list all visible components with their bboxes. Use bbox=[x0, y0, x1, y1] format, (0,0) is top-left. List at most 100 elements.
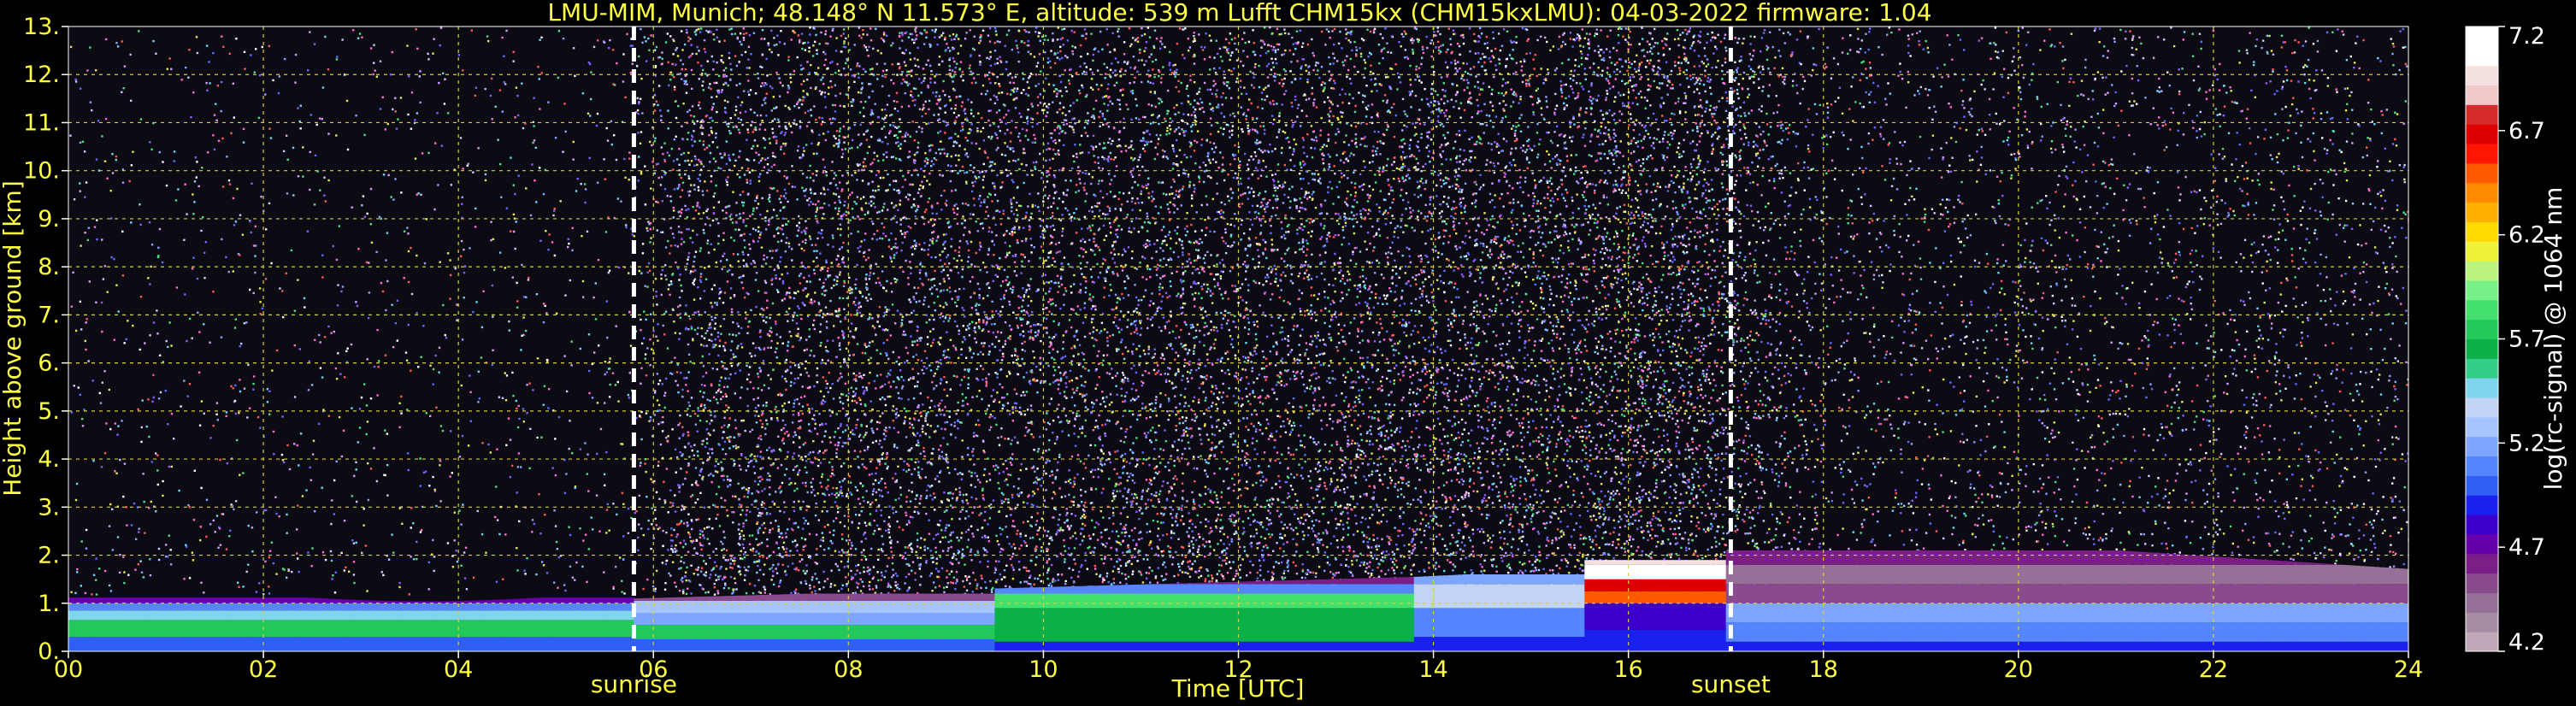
noise-dot bbox=[904, 92, 906, 95]
noise-dot bbox=[2003, 381, 2006, 384]
noise-dot bbox=[914, 98, 917, 102]
noise-dot bbox=[480, 356, 483, 359]
noise-dot bbox=[1481, 303, 1484, 305]
noise-dot bbox=[659, 443, 663, 446]
noise-dot bbox=[987, 294, 989, 297]
noise-dot bbox=[2361, 400, 2364, 403]
noise-dot bbox=[1571, 303, 1573, 306]
noise-dot bbox=[679, 196, 682, 198]
noise-dot bbox=[1446, 391, 1449, 395]
noise-dot bbox=[1593, 62, 1595, 65]
noise-dot bbox=[1648, 364, 1651, 367]
noise-dot bbox=[993, 244, 996, 246]
noise-dot bbox=[539, 38, 541, 41]
noise-dot bbox=[940, 529, 943, 532]
noise-dot bbox=[2190, 318, 2192, 321]
noise-dot bbox=[722, 209, 724, 212]
noise-dot bbox=[1224, 97, 1228, 99]
noise-dot bbox=[1307, 357, 1310, 361]
noise-dot bbox=[148, 221, 151, 224]
noise-dot bbox=[1826, 111, 1830, 114]
noise-dot bbox=[663, 406, 666, 409]
noise-dot bbox=[1173, 532, 1176, 535]
noise-dot bbox=[2061, 144, 2064, 146]
noise-dot bbox=[1791, 462, 1794, 464]
noise-dot bbox=[2128, 219, 2131, 221]
noise-dot bbox=[1250, 361, 1253, 363]
noise-dot bbox=[730, 311, 734, 314]
noise-dot bbox=[2208, 224, 2211, 227]
noise-dot bbox=[1683, 301, 1685, 303]
noise-dot bbox=[1013, 436, 1017, 438]
noise-dot bbox=[1400, 493, 1403, 496]
noise-dot bbox=[819, 390, 822, 393]
noise-dot bbox=[1456, 508, 1459, 511]
noise-dot bbox=[887, 516, 891, 519]
noise-dot bbox=[1469, 68, 1472, 70]
noise-dot bbox=[72, 271, 74, 274]
noise-dot bbox=[1111, 499, 1114, 503]
noise-dot bbox=[864, 521, 867, 524]
noise-dot bbox=[1386, 330, 1388, 332]
noise-dot bbox=[1017, 355, 1019, 358]
noise-dot bbox=[1853, 255, 1855, 257]
noise-dot bbox=[1328, 70, 1330, 73]
noise-dot bbox=[853, 75, 856, 78]
noise-dot bbox=[1020, 310, 1023, 313]
noise-dot bbox=[1167, 367, 1170, 369]
noise-dot bbox=[887, 465, 889, 468]
noise-dot bbox=[2041, 316, 2044, 319]
noise-dot bbox=[1671, 345, 1674, 348]
noise-dot bbox=[1376, 302, 1379, 305]
noise-dot bbox=[796, 150, 799, 152]
noise-dot bbox=[987, 504, 991, 508]
noise-dot bbox=[1258, 262, 1260, 264]
noise-dot bbox=[1200, 144, 1203, 146]
noise-dot bbox=[1881, 53, 1883, 56]
noise-dot bbox=[1264, 98, 1266, 102]
noise-dot bbox=[1781, 138, 1783, 141]
noise-dot bbox=[1380, 521, 1382, 523]
noise-dot bbox=[1091, 550, 1094, 553]
noise-dot bbox=[2313, 374, 2315, 376]
noise-dot bbox=[1371, 381, 1375, 384]
noise-dot bbox=[739, 82, 741, 85]
noise-dot bbox=[188, 49, 191, 51]
noise-dot bbox=[1274, 73, 1276, 75]
noise-dot bbox=[1412, 209, 1414, 212]
noise-dot bbox=[997, 481, 999, 485]
noise-dot bbox=[869, 271, 872, 274]
noise-dot bbox=[930, 292, 934, 295]
noise-dot bbox=[816, 451, 820, 455]
noise-dot bbox=[157, 246, 160, 249]
noise-dot bbox=[1064, 290, 1068, 292]
noise-dot bbox=[729, 566, 732, 569]
noise-dot bbox=[1197, 532, 1200, 536]
noise-dot bbox=[1408, 144, 1411, 147]
noise-dot bbox=[1273, 184, 1276, 186]
noise-dot bbox=[654, 278, 657, 280]
noise-dot bbox=[1494, 206, 1496, 209]
noise-dot bbox=[522, 421, 525, 423]
noise-dot bbox=[2339, 436, 2342, 438]
noise-dot bbox=[928, 64, 932, 68]
noise-dot bbox=[1262, 238, 1264, 241]
noise-dot bbox=[2379, 374, 2381, 376]
noise-dot bbox=[1084, 172, 1088, 175]
noise-dot bbox=[353, 581, 356, 585]
noise-dot bbox=[1462, 36, 1465, 39]
noise-dot bbox=[957, 135, 959, 138]
noise-dot bbox=[1630, 293, 1633, 296]
noise-dot bbox=[1745, 509, 1748, 511]
noise-dot bbox=[846, 398, 849, 402]
noise-dot bbox=[921, 127, 923, 130]
noise-dot bbox=[1814, 493, 1817, 496]
noise-dot bbox=[1051, 563, 1053, 567]
noise-dot bbox=[717, 485, 721, 488]
noise-dot bbox=[823, 526, 826, 528]
noise-dot bbox=[2048, 476, 2050, 479]
noise-dot bbox=[498, 396, 501, 398]
noise-dot bbox=[1966, 236, 1969, 239]
noise-dot bbox=[1267, 570, 1270, 573]
noise-dot bbox=[733, 459, 735, 462]
